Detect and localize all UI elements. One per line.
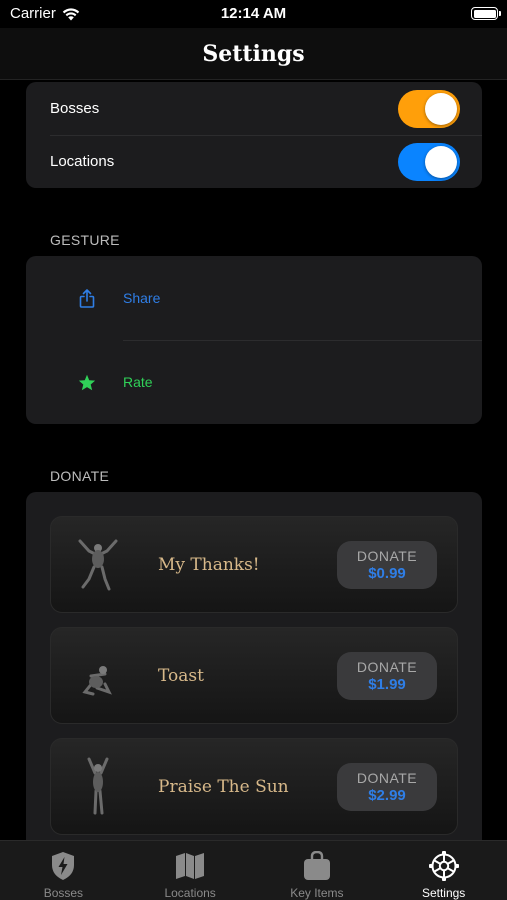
tab-label: Settings (421, 886, 466, 900)
share-row[interactable]: Share (26, 256, 482, 340)
figure-praise-icon (73, 757, 123, 817)
switch-knob (425, 92, 457, 125)
toggle-row-bosses: Bosses (26, 82, 482, 135)
gear-icon (428, 849, 460, 882)
figure-sitting-icon (73, 646, 123, 706)
figure-arms-raised-icon (73, 535, 123, 595)
donate-section-header: DONATE (50, 468, 110, 484)
rate-row[interactable]: Rate (26, 340, 482, 424)
page-title: Settings (202, 40, 305, 67)
donate-button[interactable]: DONATE $2.99 (337, 762, 437, 811)
tab-bar: Bosses Locations Key Items Settings (0, 840, 507, 900)
tab-label: Bosses (43, 886, 84, 900)
donate-item-praise-the-sun: Praise The Sun DONATE $2.99 (50, 738, 458, 835)
navigation-bar: Settings (0, 28, 507, 80)
battery-icon (471, 7, 501, 20)
status-bar: Carrier 12:14 AM (0, 0, 507, 28)
donate-button[interactable]: DONATE $0.99 (337, 540, 437, 589)
gesture-section-header: GESTURE (50, 232, 120, 248)
tab-key-items[interactable]: Key Items (254, 841, 381, 900)
shield-bolt-icon (50, 849, 76, 882)
share-icon (77, 288, 97, 308)
tab-locations[interactable]: Locations (127, 841, 254, 900)
toggle-row-locations: Locations (26, 135, 482, 188)
locations-switch[interactable] (398, 142, 460, 181)
donate-button[interactable]: DONATE $1.99 (337, 651, 437, 700)
donate-item-name: Praise The Sun (158, 776, 289, 797)
toggle-label-locations: Locations (50, 153, 115, 170)
tab-label: Locations (164, 886, 216, 900)
rate-label: Rate (123, 374, 153, 390)
donate-button-label: DONATE (356, 658, 418, 675)
donate-item-name: My Thanks! (158, 554, 260, 575)
tab-bosses[interactable]: Bosses (0, 841, 127, 900)
tab-settings[interactable]: Settings (380, 841, 507, 900)
donate-item-toast: Toast DONATE $1.99 (50, 627, 458, 724)
bosses-switch[interactable] (398, 89, 460, 128)
donate-button-label: DONATE (356, 547, 418, 564)
share-label: Share (123, 290, 161, 306)
bag-icon (303, 849, 331, 882)
toggles-card: Bosses Locations (26, 82, 482, 188)
switch-knob (425, 145, 457, 178)
donate-price: $2.99 (368, 786, 406, 804)
tab-label: Key Items (290, 886, 344, 900)
gesture-card: Share Rate (26, 256, 482, 424)
map-icon (175, 849, 205, 882)
donate-price: $1.99 (368, 675, 406, 693)
toggle-label-bosses: Bosses (50, 100, 100, 117)
donate-price: $0.99 (368, 564, 406, 582)
star-icon (77, 372, 97, 392)
donate-item-name: Toast (158, 665, 204, 686)
donate-item-my-thanks: My Thanks! DONATE $0.99 (50, 516, 458, 613)
donate-button-label: DONATE (356, 769, 418, 786)
status-time: 12:14 AM (220, 5, 287, 22)
donate-card: My Thanks! DONATE $0.99 Toast DONATE $1.… (26, 492, 482, 852)
